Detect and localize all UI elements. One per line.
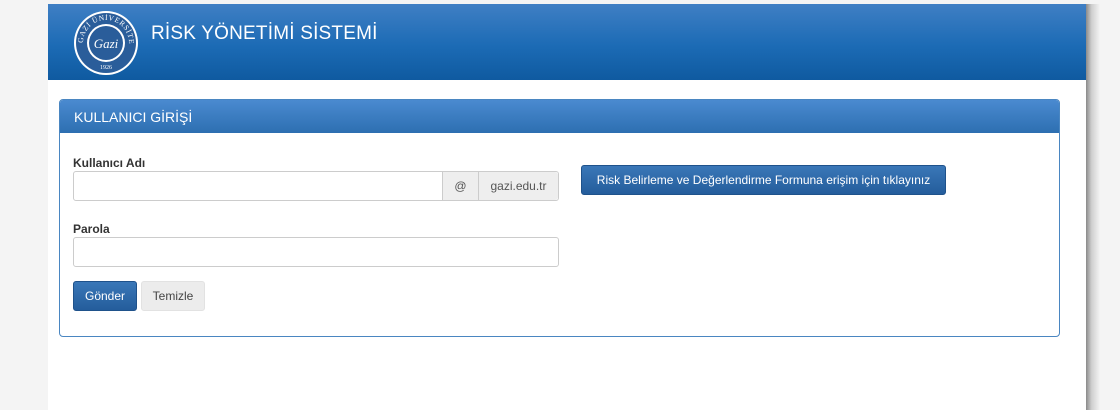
submit-button[interactable]: Gönder [73,281,137,311]
login-panel-title: KULLANICI GİRİŞİ [74,109,193,125]
username-input-group: @ gazi.edu.tr [73,171,559,201]
clear-button[interactable]: Temizle [141,281,205,311]
login-panel: KULLANICI GİRİŞİ Kullanıcı Adı @ gazi.ed… [59,99,1060,337]
window-shadow [1086,4,1100,410]
username-input[interactable] [74,172,442,200]
email-domain-addon: gazi.edu.tr [478,172,558,200]
username-label: Kullanıcı Adı [73,156,146,170]
password-label: Parola [73,222,110,236]
university-logo[interactable]: GAZİ ÜNİVERSİTESİ Gazi 1926 [71,3,139,76]
risk-form-button[interactable]: Risk Belirleme ve Değerlendirme Formuna … [581,165,946,195]
page: GAZİ ÜNİVERSİTESİ Gazi 1926 RİSK YÖNETİM… [48,3,1086,410]
app-title: RİSK YÖNETİMİ SİSTEMİ [151,23,378,44]
logo-script-text: Gazi [94,36,119,51]
top-header: GAZİ ÜNİVERSİTESİ Gazi 1926 RİSK YÖNETİM… [48,3,1086,80]
logo-year: 1926 [100,65,112,71]
at-symbol-addon: @ [442,172,478,200]
login-panel-header: KULLANICI GİRİŞİ [60,100,1059,133]
password-input[interactable] [73,237,559,267]
